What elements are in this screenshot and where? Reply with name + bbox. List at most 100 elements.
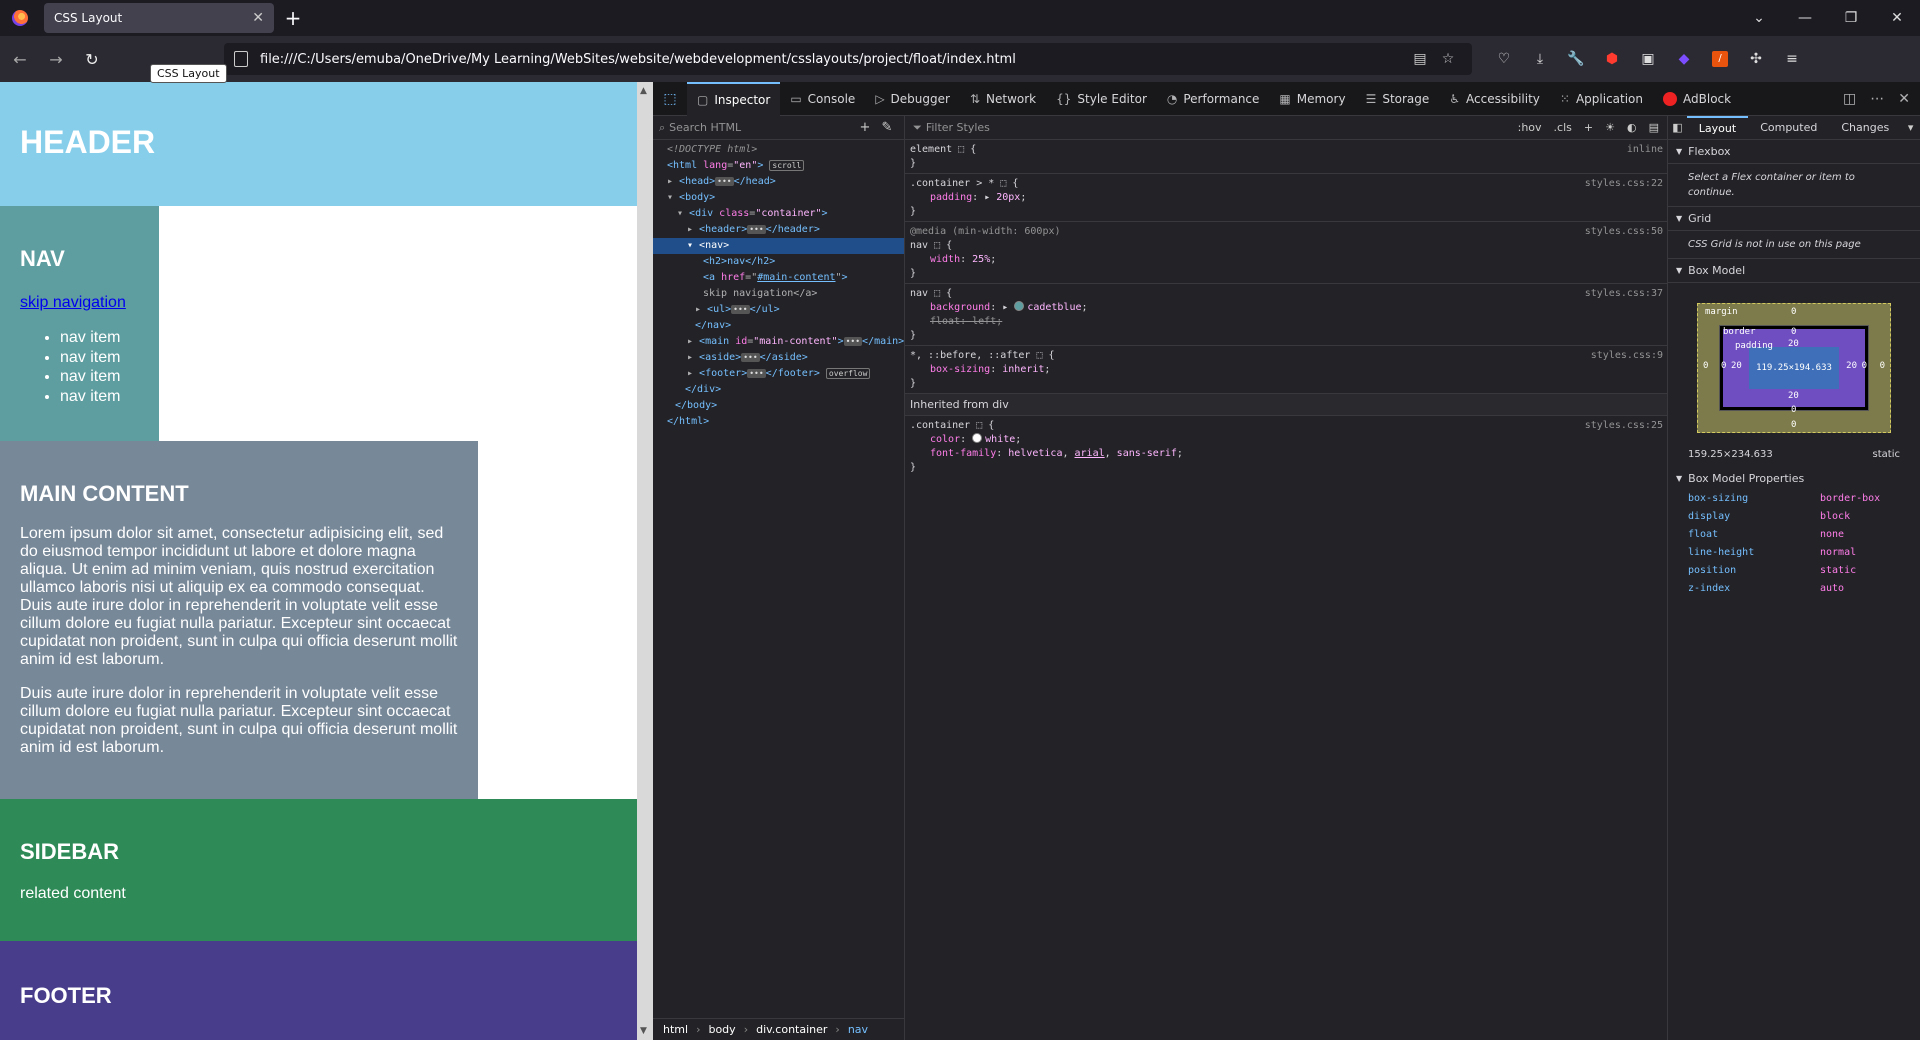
reader-view-icon[interactable]: ▤ <box>1406 51 1434 67</box>
tab-computed[interactable]: Computed <box>1748 116 1829 140</box>
tab-console[interactable]: ▭ Console <box>780 82 865 116</box>
rule-source-link[interactable]: styles.css:22 <box>1585 177 1663 191</box>
restore-icon[interactable]: ❐ <box>1828 10 1874 26</box>
overflow-badge[interactable]: overflow <box>825 368 871 379</box>
page-scrollbar[interactable]: ▲ ▼ <box>637 82 653 1040</box>
margin-top[interactable]: 0 <box>1791 307 1796 317</box>
search-input[interactable]: Search HTML <box>669 121 854 134</box>
adblock-extension-icon[interactable]: ⬢ <box>1594 51 1630 67</box>
scroll-badge[interactable]: scroll <box>769 160 805 171</box>
pocket-icon[interactable]: ♡ <box>1486 51 1522 67</box>
flexbox-section-header[interactable]: ▼ Flexbox <box>1668 140 1920 164</box>
html-search[interactable]: ⌕ Search HTML + ✎ <box>653 116 904 140</box>
css-rule[interactable]: element ⬚ {inline} <box>905 140 1667 174</box>
margin-bottom[interactable]: 0 <box>1791 420 1796 430</box>
tab-accessibility[interactable]: ♿ Accessibility <box>1439 82 1550 116</box>
scroll-up-icon[interactable]: ▲ <box>640 86 647 96</box>
close-devtools-icon[interactable]: ✕ <box>1898 91 1910 107</box>
tree-row[interactable]: skip navigation</a> <box>653 286 904 302</box>
breadcrumb-item[interactable]: div.container <box>756 1023 827 1036</box>
declaration-overridden[interactable]: float: left; <box>910 315 1662 329</box>
menu-hamburger-icon[interactable]: ≡ <box>1774 51 1810 67</box>
wrench-icon[interactable]: 🔧 <box>1558 51 1594 67</box>
tree-row[interactable]: <!DOCTYPE html> <box>653 142 904 158</box>
tab-style-editor[interactable]: {} Style Editor <box>1046 82 1157 116</box>
light-mode-icon[interactable]: ☀ <box>1605 121 1615 134</box>
tree-row[interactable]: ▸ <aside> ••• </aside> <box>653 350 904 366</box>
collapsed-ellipsis[interactable]: ••• <box>747 369 766 378</box>
color-swatch-icon[interactable] <box>1014 301 1025 311</box>
padding-left[interactable]: 20 <box>1731 361 1742 371</box>
grid-section-header[interactable]: ▼ Grid <box>1668 207 1920 231</box>
border-right[interactable]: 0 <box>1862 361 1867 371</box>
padding-top[interactable]: 20 <box>1788 339 1799 349</box>
close-window-icon[interactable]: ✕ <box>1874 10 1920 26</box>
toggle-sidebar-icon[interactable]: ◧ <box>1668 121 1687 134</box>
rule-source-link[interactable]: styles.css:37 <box>1585 287 1663 301</box>
tree-row[interactable]: <html lang="en"> scroll <box>653 158 904 174</box>
orange-extension-icon[interactable]: / <box>1712 51 1728 67</box>
collapsed-ellipsis[interactable]: ••• <box>741 353 760 362</box>
downloads-icon[interactable]: ⤓ <box>1522 51 1558 67</box>
padding-bottom[interactable]: 20 <box>1788 391 1799 401</box>
minimize-icon[interactable]: — <box>1782 10 1828 26</box>
tab-network[interactable]: ⇅ Network <box>960 82 1046 116</box>
collapsed-ellipsis[interactable]: ••• <box>715 177 734 186</box>
tree-row[interactable]: <h2>nav</h2> <box>653 254 904 270</box>
tab-adblock[interactable]: AdBlock <box>1653 82 1741 116</box>
close-tab-icon[interactable]: ✕ <box>252 10 264 26</box>
tree-row[interactable]: ▸ <footer> ••• </footer> overflow <box>653 366 904 382</box>
border-bottom[interactable]: 0 <box>1791 405 1796 415</box>
declaration[interactable]: box-sizing: inherit; <box>910 363 1662 377</box>
dock-side-icon[interactable]: ◫ <box>1843 91 1856 107</box>
cls-button[interactable]: .cls <box>1554 121 1572 134</box>
margin-right[interactable]: 0 <box>1880 361 1885 371</box>
declaration[interactable]: padding: ▸ 20px; <box>910 191 1662 205</box>
declaration[interactable]: font-family: helvetica, arial, sans-seri… <box>910 447 1662 461</box>
attr-link[interactable]: #main-content <box>757 272 835 283</box>
hov-button[interactable]: :hov <box>1518 121 1542 134</box>
extensions-puzzle-icon[interactable]: ✣ <box>1738 51 1774 67</box>
bookmark-star-icon[interactable]: ☆ <box>1434 51 1462 67</box>
declaration[interactable]: background: ▸ cadetblue; <box>910 301 1662 315</box>
tree-row[interactable]: <a href="#main-content"> <box>653 270 904 286</box>
css-rule[interactable]: nav ⬚ {styles.css:37 background: ▸ cadet… <box>905 284 1667 346</box>
collapsed-ellipsis[interactable]: ••• <box>731 305 750 314</box>
css-rule[interactable]: .container ⬚ {styles.css:25 color: white… <box>905 416 1667 477</box>
filter-styles-input[interactable]: Filter Styles <box>926 121 1506 134</box>
tree-row[interactable]: </nav> <box>653 318 904 334</box>
declaration[interactable]: width: 25%; <box>910 253 1662 267</box>
proton-extension-icon[interactable]: ◆ <box>1666 51 1702 67</box>
tree-row[interactable]: ▾ <body> <box>653 190 904 206</box>
tree-row-selected[interactable]: ▾ <nav> <box>653 238 904 254</box>
eyedropper-icon[interactable]: ✎ <box>876 120 898 135</box>
box-model-section-header[interactable]: ▼ Box Model <box>1668 259 1920 283</box>
tree-row[interactable]: </body> <box>653 398 904 414</box>
tab-debugger[interactable]: ▷ Debugger <box>865 82 960 116</box>
tree-row[interactable]: ▸ <ul> ••• </ul> <box>653 302 904 318</box>
collapsed-ellipsis[interactable]: ••• <box>843 337 863 346</box>
breadcrumb-item[interactable]: nav <box>848 1023 868 1036</box>
reload-button[interactable]: ↻ <box>74 50 110 69</box>
tab-application[interactable]: ⁙ Application <box>1550 82 1653 116</box>
filter-styles[interactable]: ⏷ Filter Styles :hov .cls + ☀ ◐ ▤ <box>905 116 1667 140</box>
tree-row[interactable]: ▸ <head> ••• </head> <box>653 174 904 190</box>
declaration[interactable]: color: white; <box>910 433 1662 447</box>
tree-row[interactable]: </html> <box>653 414 904 430</box>
browser-tab[interactable]: CSS Layout ✕ <box>44 3 274 33</box>
tab-storage[interactable]: ☰ Storage <box>1356 82 1440 116</box>
firefox-logo-icon[interactable] <box>0 0 40 36</box>
url-text[interactable]: file:///C:/Users/emuba/OneDrive/My Learn… <box>260 52 1406 67</box>
tree-row[interactable]: ▸ <main id="main-content"> ••• </main> <box>653 334 904 350</box>
element-picker-icon[interactable]: ⬚ <box>653 91 687 107</box>
css-rule[interactable]: @media (min-width: 600px) styles.css:50 n… <box>905 222 1667 284</box>
breadcrumb-item[interactable]: html <box>663 1023 688 1036</box>
screenshot-extension-icon[interactable]: ▣ <box>1630 51 1666 67</box>
tab-layout[interactable]: Layout <box>1686 115 1749 140</box>
print-media-icon[interactable]: ▤ <box>1649 121 1659 134</box>
tree-row[interactable]: ▾ <div class="container"> <box>653 206 904 222</box>
border-left[interactable]: 0 <box>1721 361 1726 371</box>
css-rule[interactable]: *, ::before, ::after ⬚ {styles.css:9 box… <box>905 346 1667 394</box>
rule-source-link[interactable]: styles.css:50 <box>1585 225 1663 239</box>
css-rule[interactable]: .container > * ⬚ {styles.css:22 padding:… <box>905 174 1667 222</box>
